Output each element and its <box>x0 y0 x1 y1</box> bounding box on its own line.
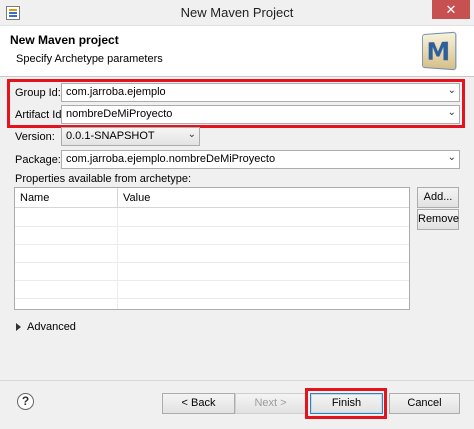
column-header-value[interactable]: Value <box>118 188 409 208</box>
grid-row-line <box>15 244 409 245</box>
version-value: 0.0.1-SNAPSHOT <box>66 130 155 142</box>
grid-column-line <box>117 208 118 309</box>
next-button[interactable]: Next > <box>235 393 306 414</box>
chevron-down-icon[interactable]: ⌄ <box>448 152 456 163</box>
close-button[interactable]: ✕ <box>432 0 470 19</box>
remove-property-button[interactable]: Remove <box>417 209 459 230</box>
wizard-title: New Maven project <box>10 33 119 47</box>
back-button[interactable]: < Back <box>162 393 235 414</box>
cancel-button[interactable]: Cancel <box>389 393 460 414</box>
advanced-toggle[interactable]: Advanced <box>16 321 76 333</box>
title-bar: New Maven Project ✕ <box>0 0 474 26</box>
version-label: Version: <box>15 131 55 143</box>
add-property-button[interactable]: Add... <box>417 187 459 208</box>
column-header-name[interactable]: Name <box>15 188 118 208</box>
maven-logo-icon: M <box>421 31 457 71</box>
package-label: Package: <box>15 154 61 166</box>
grid-row-line <box>15 298 409 299</box>
highlight-box-ids <box>7 79 465 128</box>
properties-table[interactable]: Name Value <box>14 187 410 310</box>
grid-row-line <box>15 262 409 263</box>
maven-logo-letter: M <box>426 36 451 67</box>
properties-label: Properties available from archetype: <box>15 173 192 185</box>
footer-separator <box>0 380 474 381</box>
package-value: com.jarroba.ejemplo.nombreDeMiProyecto <box>66 153 276 165</box>
advanced-label: Advanced <box>27 321 76 333</box>
help-icon[interactable]: ? <box>17 393 34 410</box>
window-title: New Maven Project <box>180 5 294 20</box>
wizard-subtitle: Specify Archetype parameters <box>16 53 163 65</box>
highlight-box-finish <box>305 388 387 419</box>
version-combo[interactable]: 0.0.1-SNAPSHOT ⌄ <box>61 127 200 146</box>
package-combo[interactable]: com.jarroba.ejemplo.nombreDeMiProyecto ⌄ <box>61 150 460 169</box>
wizard-header: New Maven project Specify Archetype para… <box>0 26 474 77</box>
expand-triangle-icon <box>16 323 21 332</box>
grid-row-line <box>15 226 409 227</box>
grid-row-line <box>15 280 409 281</box>
chevron-down-icon[interactable]: ⌄ <box>188 129 196 140</box>
